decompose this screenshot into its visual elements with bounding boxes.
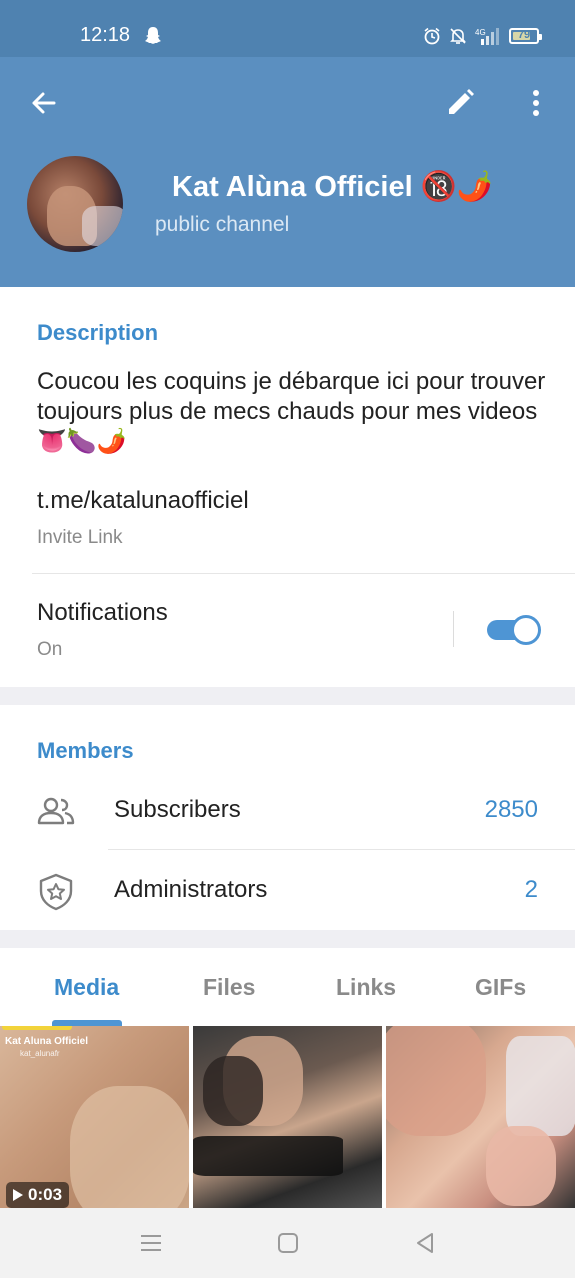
network-type-label: 4G: [475, 28, 486, 37]
media-thumbnail[interactable]: [386, 1026, 575, 1208]
members-section: Members Subscribers 2850 Administrators …: [0, 705, 575, 930]
tab-media[interactable]: Media: [54, 974, 119, 1001]
notifications-label[interactable]: Notifications: [37, 599, 168, 627]
description-heading: Description: [37, 320, 159, 345]
thumbnail-caption-user: kat_alunafr: [20, 1049, 60, 1058]
channel-avatar[interactable]: [27, 156, 123, 252]
more-vertical-icon[interactable]: [516, 83, 556, 123]
invite-link[interactable]: t.me/katalunaofficiel: [37, 487, 249, 515]
invite-link-label: Invite Link: [37, 527, 123, 548]
divider: [453, 611, 454, 647]
channel-name: Kat Alùna Officiel 🔞🌶️: [172, 171, 493, 203]
system-nav-bar: [0, 1208, 575, 1278]
back-nav-icon[interactable]: [411, 1230, 439, 1256]
tab-gifs[interactable]: GIFs: [475, 974, 526, 1001]
video-duration-badge: 0:03: [6, 1182, 70, 1208]
battery-label: 79: [517, 29, 531, 41]
play-icon: [13, 1189, 23, 1201]
mute-icon: [450, 28, 466, 44]
section-gap: [0, 687, 575, 705]
divider: [32, 573, 575, 574]
channel-header: Kat Alùna Officiel 🔞🌶️ public channel: [0, 57, 575, 287]
status-icons: 4G 79: [423, 26, 542, 46]
alarm-icon: [424, 27, 440, 45]
administrators-count: 2: [524, 876, 538, 903]
channel-type: public channel: [155, 213, 290, 236]
subscribers-label: Subscribers: [114, 796, 241, 823]
pencil-icon[interactable]: [440, 83, 480, 123]
administrators-row[interactable]: Administrators 2: [0, 850, 575, 930]
shield-star-icon: [39, 873, 73, 911]
video-duration: 0:03: [28, 1185, 63, 1204]
media-thumbnail[interactable]: Kat Aluna Officiel kat_alunafr 0:03: [0, 1026, 189, 1208]
home-icon[interactable]: [274, 1230, 302, 1256]
recent-apps-icon[interactable]: [137, 1230, 165, 1256]
thumbnail-caption-title: Kat Aluna Officiel: [5, 1036, 88, 1047]
media-thumbnail[interactable]: [193, 1026, 382, 1208]
notifications-status: On: [37, 639, 63, 660]
section-gap: [0, 930, 575, 948]
media-tabs: Media Files Links GIFs: [0, 948, 575, 1026]
status-bar: 12:18 4G 79: [0, 0, 575, 57]
signal-icon: 4G: [475, 28, 499, 45]
notifications-toggle[interactable]: [487, 615, 541, 645]
description-text: Coucou les coquins je débarque ici pour …: [37, 368, 546, 455]
subscribers-row[interactable]: Subscribers 2850: [0, 770, 575, 850]
snapchat-icon: [145, 27, 161, 44]
info-section: Description Coucou les coquins je débarq…: [0, 287, 575, 687]
back-arrow-icon[interactable]: [24, 83, 64, 123]
status-time: 12:18: [80, 24, 131, 46]
battery-icon: 79: [509, 28, 542, 44]
people-icon: [37, 797, 75, 825]
subscribers-count: 2850: [484, 796, 538, 823]
tab-files[interactable]: Files: [203, 974, 255, 1001]
tab-links[interactable]: Links: [336, 974, 396, 1001]
members-heading: Members: [37, 738, 134, 763]
media-grid: Kat Aluna Officiel kat_alunafr 0:03: [0, 1026, 575, 1208]
administrators-label: Administrators: [114, 876, 268, 903]
